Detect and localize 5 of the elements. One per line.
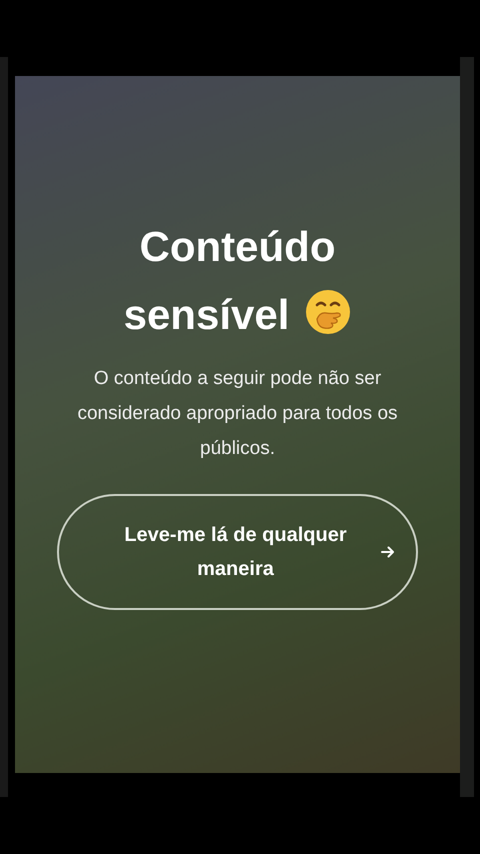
face-with-hand-over-mouth-icon (305, 289, 352, 335)
continue-button[interactable]: Leve-me lá de qualquer maneira (57, 494, 418, 610)
arrow-icon (380, 546, 394, 558)
title: Conteúdo sensível (88, 213, 388, 349)
message: O conteúdo a seguir pode não ser considerado apropriado para todos os públicos. (76, 367, 399, 461)
